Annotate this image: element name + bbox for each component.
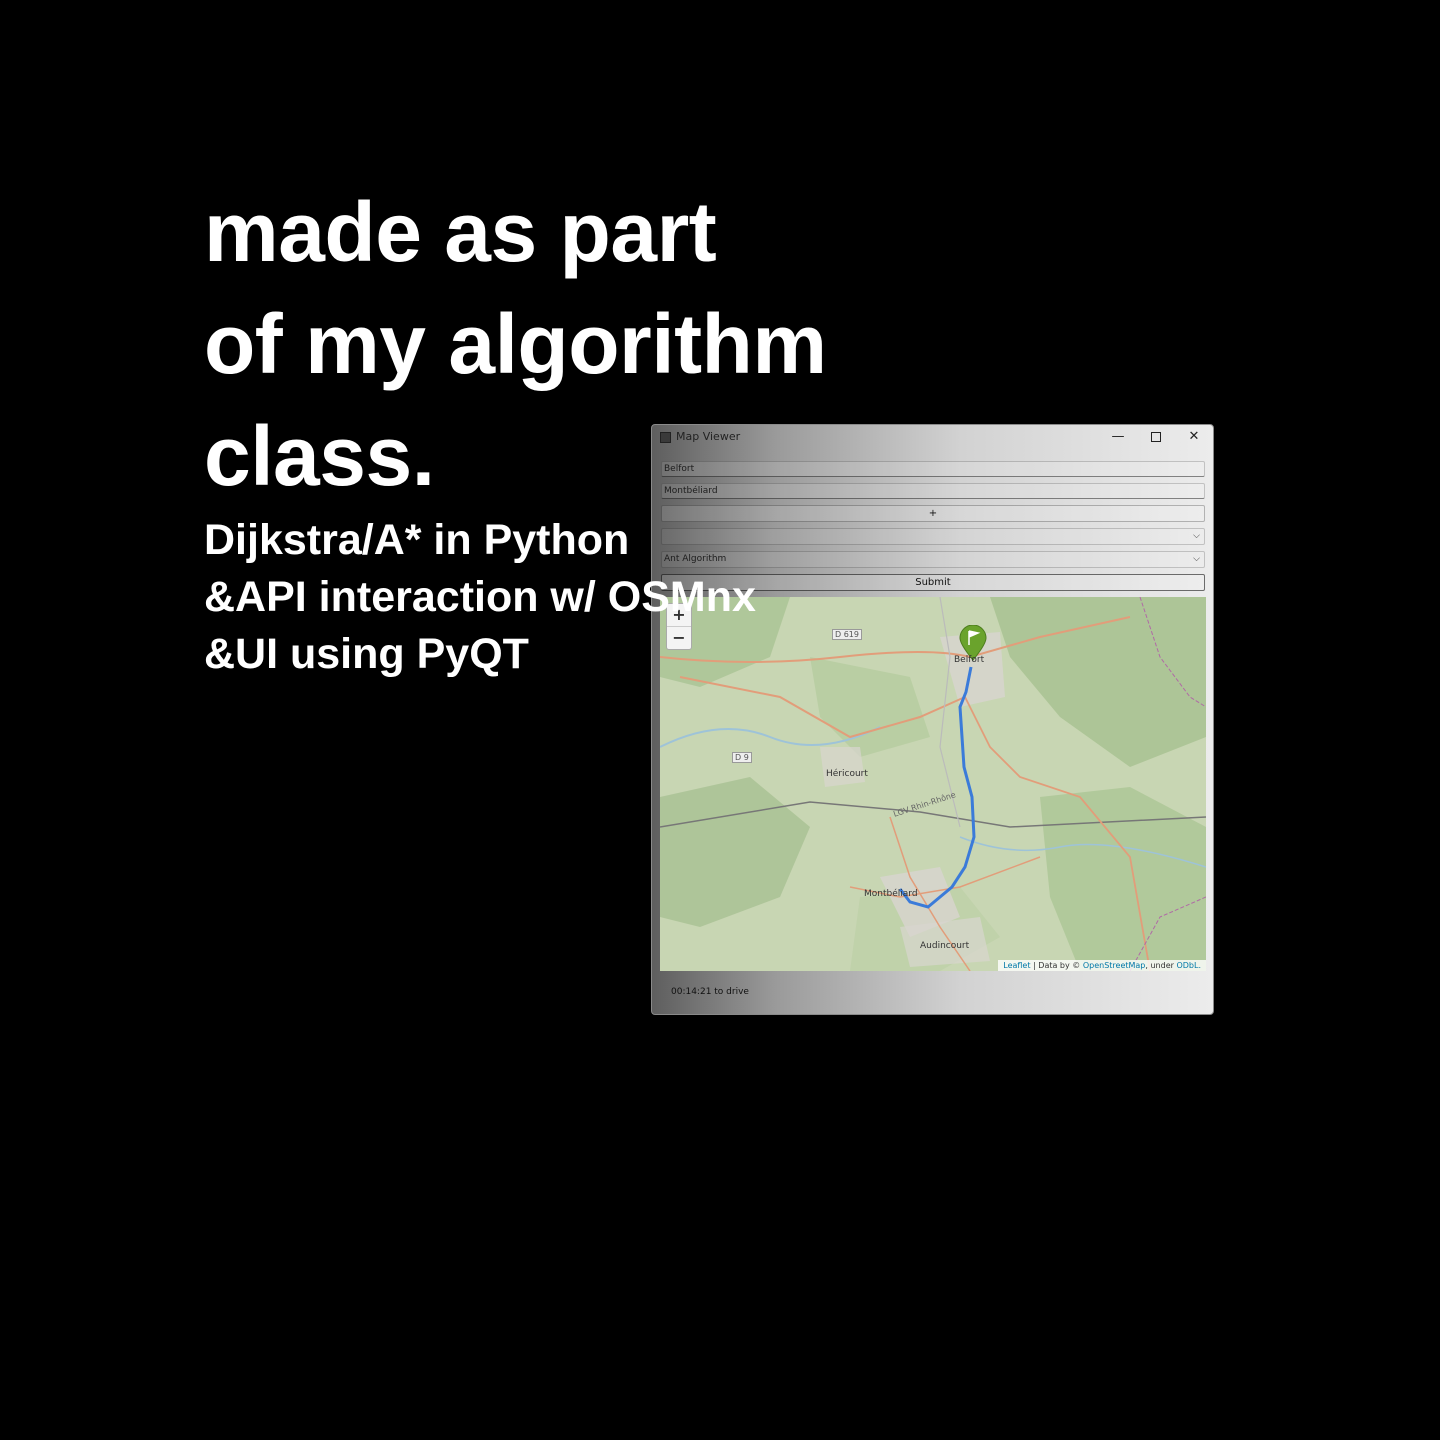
map-attribution: Leaflet | Data by © OpenStreetMap, under… (998, 960, 1206, 971)
odbl-link[interactable]: ODbL. (1176, 961, 1201, 970)
place-label-audincourt: Audincourt (920, 941, 970, 951)
subline-line-2: &API interaction w/ OSMnx (204, 573, 756, 621)
app-icon (660, 432, 671, 443)
place-label-hericourt: Héricourt (826, 769, 868, 779)
title-bar[interactable]: Map Viewer — ✕ (652, 425, 1213, 449)
attribution-under: , under (1145, 961, 1177, 970)
headline-line-2: of my algorithm (204, 297, 827, 391)
headline-line-1: made as part (204, 185, 717, 279)
window-title: Map Viewer (676, 430, 741, 443)
chevron-down-icon: ⌵ (1193, 531, 1200, 541)
osm-link[interactable]: OpenStreetMap (1083, 961, 1146, 970)
minimize-button[interactable]: — (1100, 427, 1136, 447)
leaflet-link[interactable]: Leaflet (1003, 961, 1030, 970)
subline-line-3: &UI using PyQT (204, 630, 529, 678)
maximize-icon (1151, 431, 1161, 442)
attribution-data-by: | Data by © (1030, 961, 1083, 970)
status-text: 00:14:21 to drive (671, 987, 749, 997)
destination-input[interactable]: Montbéliard (661, 483, 1205, 499)
chevron-down-icon: ⌵ (1193, 554, 1200, 564)
minimize-icon: — (1111, 429, 1125, 444)
close-icon: ✕ (1188, 429, 1200, 444)
road-label-d9: D 9 (732, 752, 752, 763)
close-button[interactable]: ✕ (1176, 427, 1212, 447)
origin-input[interactable]: Belfort (661, 461, 1205, 477)
place-label-belfort: Belfort (954, 655, 985, 665)
maximize-button[interactable] (1138, 427, 1174, 447)
subline-line-1: Dijkstra/A* in Python (204, 516, 630, 564)
place-label-montbeliard: Montbéliard (864, 889, 918, 899)
subline: Dijkstra/A* in Python &API interaction w… (204, 512, 756, 683)
road-label-d619: D 619 (832, 629, 862, 640)
